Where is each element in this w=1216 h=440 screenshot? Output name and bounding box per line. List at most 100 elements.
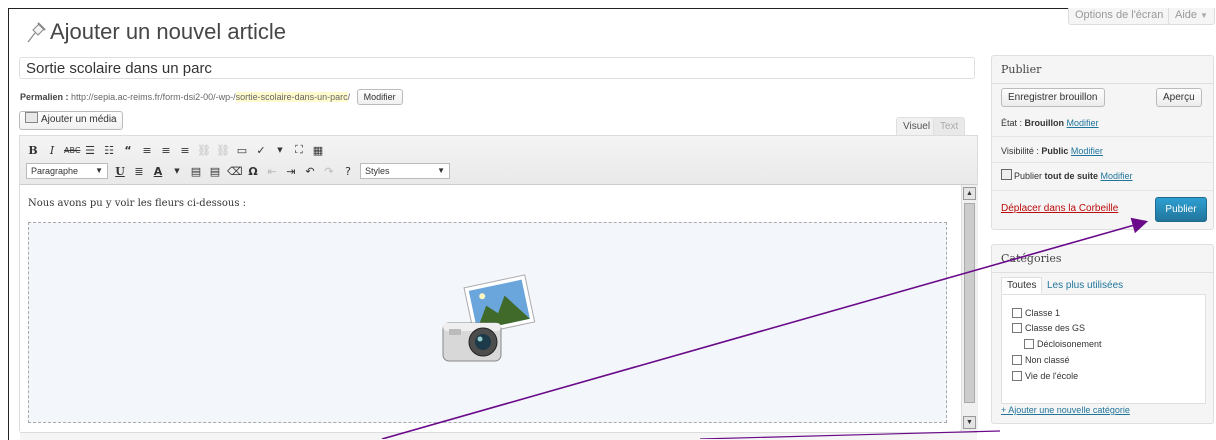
link-icon[interactable]: ⛓ — [197, 144, 211, 157]
content-paragraph: Nous avons pu y voir les fleurs ci-desso… — [28, 198, 247, 209]
calendar-icon — [1001, 169, 1012, 180]
strikethrough-icon[interactable]: ABC — [64, 146, 80, 155]
align-left-icon[interactable]: ≡ — [140, 144, 154, 157]
fullscreen-icon[interactable]: ⛶ — [292, 143, 306, 157]
italic-icon[interactable]: I — [45, 144, 59, 157]
align-center-icon[interactable]: ≡ — [159, 144, 173, 157]
checkbox[interactable] — [1012, 371, 1022, 381]
media-icon — [25, 112, 38, 123]
checkbox[interactable] — [1012, 355, 1022, 365]
move-to-trash-link[interactable]: Déplacer dans la Corbeille — [1001, 203, 1118, 214]
styles-select[interactable]: Styles ▼ — [360, 163, 450, 179]
underline-icon[interactable]: U — [113, 165, 127, 178]
publish-box-title: Publier — [992, 56, 1213, 84]
editor-toolbar: B I ABC ☰ ☷ “ ≡ ≡ ≡ ⛓ ⛓ ▭ ✓ ▼ ⛶ ▦ Paragr… — [20, 136, 977, 185]
dropdown-chevron-icon[interactable]: ▼ — [273, 146, 287, 154]
image-placeholder[interactable] — [28, 222, 947, 423]
status-value: Brouillon — [1024, 118, 1065, 128]
status-label: État : — [1001, 118, 1023, 128]
visibility-value: Public — [1041, 146, 1069, 156]
chevron-down-icon: ▼ — [1200, 11, 1208, 20]
permalink-end: / — [347, 92, 351, 102]
permalink-modify-button[interactable]: Modifier — [356, 89, 403, 105]
category-label: Non classé — [1025, 355, 1070, 365]
checkbox[interactable] — [1024, 339, 1034, 349]
bullet-list-icon[interactable]: ☰ — [83, 144, 97, 157]
camera-photo-icon — [442, 274, 536, 362]
permalink-label: Permalien : — [20, 92, 69, 102]
help-button[interactable]: Aide ▼ — [1168, 8, 1215, 25]
paste-word-icon[interactable]: ▤ — [208, 165, 222, 178]
scroll-up-icon[interactable]: ▲ — [963, 187, 976, 200]
visibility-label: Visibilité : — [1001, 146, 1039, 156]
post-title-input[interactable]: Sortie scolaire dans un parc — [19, 57, 975, 79]
spellcheck-icon[interactable]: ✓ — [254, 144, 268, 157]
scroll-thumb[interactable] — [964, 203, 975, 403]
indent-icon[interactable]: ⇥ — [284, 165, 298, 178]
outdent-icon[interactable]: ⇤ — [265, 165, 279, 178]
tab-popular-categories[interactable]: Les plus utilisées — [1047, 280, 1123, 291]
blockquote-icon[interactable]: “ — [121, 144, 135, 157]
divider — [992, 136, 1213, 137]
post-status-row: État : Brouillon Modifier — [1001, 118, 1099, 128]
more-tag-icon[interactable]: ▭ — [235, 144, 249, 157]
checkbox[interactable] — [1012, 308, 1022, 318]
paste-text-icon[interactable]: ▤ — [189, 165, 203, 178]
toolbar-row-2: Paragraphe ▼ U ≣ A ▼ ▤ ▤ ⌫ Ω ⇤ ⇥ ↶ ↷ ? St… — [26, 162, 450, 180]
scroll-down-icon[interactable]: ▼ — [963, 416, 976, 429]
category-item[interactable]: Non classé — [1012, 355, 1070, 365]
tab-all-categories[interactable]: Toutes — [1001, 277, 1043, 294]
justify-icon[interactable]: ≣ — [132, 165, 146, 178]
permalink-base: http://sepia.ac-reims.fr/form-dsi2-00/-w… — [71, 92, 236, 102]
undo-icon[interactable]: ↶ — [303, 165, 317, 178]
add-category-link[interactable]: + Ajouter une nouvelle catégorie — [1001, 405, 1130, 415]
toolbar-row-1: B I ABC ☰ ☷ “ ≡ ≡ ≡ ⛓ ⛓ ▭ ✓ ▼ ⛶ ▦ — [26, 141, 325, 159]
category-item[interactable]: Décloisonement — [1024, 339, 1102, 349]
screen-options-button[interactable]: Options de l'écran▼ — [1068, 8, 1182, 25]
chevron-down-icon: ▼ — [95, 166, 103, 175]
align-right-icon[interactable]: ≡ — [178, 144, 192, 157]
category-label: Décloisonement — [1037, 339, 1102, 349]
kitchen-sink-icon[interactable]: ▦ — [311, 144, 325, 157]
category-item[interactable]: Classe des GS — [1012, 323, 1085, 333]
category-item[interactable]: Vie de l'école — [1012, 371, 1078, 381]
special-char-icon[interactable]: Ω — [246, 165, 260, 178]
schedule-row: Publier tout de suite Modifier — [1001, 169, 1133, 181]
divider — [992, 190, 1213, 191]
visibility-modify-link[interactable]: Modifier — [1071, 146, 1103, 156]
redo-icon[interactable]: ↷ — [322, 165, 336, 178]
help-icon[interactable]: ? — [341, 165, 355, 178]
styles-select-value: Styles — [365, 166, 390, 176]
format-select[interactable]: Paragraphe ▼ — [26, 163, 108, 179]
screen-options-label: Options de l'écran — [1075, 9, 1164, 21]
text-color-icon[interactable]: A — [151, 165, 165, 178]
checkbox[interactable] — [1012, 323, 1022, 333]
chevron-down-icon: ▼ — [437, 166, 445, 175]
bold-icon[interactable]: B — [26, 144, 40, 157]
schedule-label: Publier — [1014, 171, 1043, 181]
add-media-button[interactable]: Ajouter un média — [19, 111, 123, 130]
format-select-value: Paragraphe — [31, 166, 79, 176]
save-draft-button[interactable]: Enregistrer brouillon — [1001, 88, 1105, 107]
status-modify-link[interactable]: Modifier — [1067, 118, 1099, 128]
editor-scrollbar[interactable]: ▲ ▼ — [961, 185, 978, 431]
tab-visual[interactable]: Visuel — [896, 117, 938, 136]
page-title: Ajouter un nouvel article — [50, 19, 287, 44]
category-item[interactable]: Classe 1 — [1012, 308, 1060, 318]
add-media-label: Ajouter un média — [41, 114, 117, 125]
numbered-list-icon[interactable]: ☷ — [102, 144, 116, 157]
dropdown-chevron-icon[interactable]: ▼ — [170, 167, 184, 175]
tab-text[interactable]: Text — [933, 117, 966, 136]
permalink-slug[interactable]: sortie-scolaire-dans-un-parc — [235, 92, 348, 102]
publish-button[interactable]: Publier — [1155, 197, 1207, 222]
schedule-value: tout de suite — [1044, 171, 1099, 181]
visibility-row: Visibilité : Public Modifier — [1001, 146, 1103, 156]
help-label: Aide — [1175, 9, 1198, 21]
categories-list: Classe 1 Classe des GS Décloisonement No… — [1001, 294, 1206, 404]
clear-format-icon[interactable]: ⌫ — [227, 165, 243, 178]
schedule-modify-link[interactable]: Modifier — [1101, 171, 1133, 181]
preview-button[interactable]: Aperçu — [1156, 88, 1202, 107]
unlink-icon[interactable]: ⛓ — [216, 144, 230, 157]
categories-box-title: Catégories — [992, 245, 1213, 273]
category-label: Classe des GS — [1025, 323, 1086, 333]
